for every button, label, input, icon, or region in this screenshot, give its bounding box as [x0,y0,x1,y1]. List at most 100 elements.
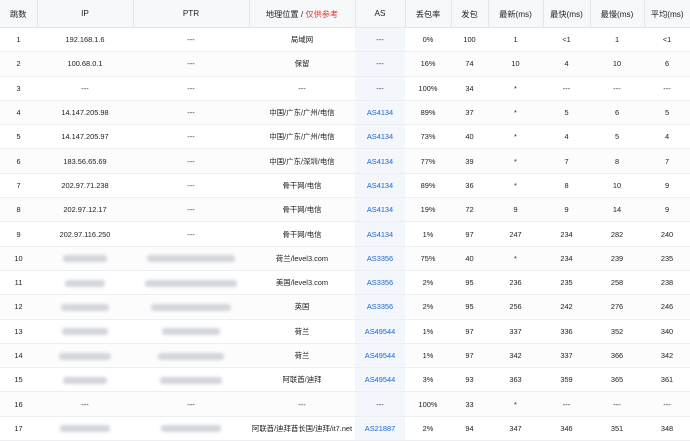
table-row: 13 荷兰 AS49544 1% 97 337 336 352 340 [0,319,690,344]
as-link[interactable]: AS3356 [367,302,393,311]
hop-cell: 11 [0,270,37,296]
best-cell: --- [543,391,590,417]
loss-cell: 19% [405,197,451,223]
sent-cell: 100 [451,27,488,53]
avg-cell: 361 [644,367,690,393]
sent-cell: 97 [451,343,488,369]
latest-cell: 342 [488,343,543,369]
best-cell: 235 [543,270,590,296]
as-link[interactable]: AS3356 [367,254,393,263]
avg-cell: 340 [644,319,690,344]
as-link[interactable]: AS4134 [367,205,393,214]
worst-cell: 365 [590,367,644,393]
as-link[interactable]: AS4134 [367,132,393,141]
as-link[interactable]: AS21887 [365,424,395,433]
table-row: 12 英国 AS3356 2% 95 256 242 276 246 [0,294,690,320]
hop-cell: 9 [0,221,37,247]
ptr-cell [133,270,249,296]
avg-cell: 4 [644,124,690,150]
as-link[interactable]: AS4134 [367,108,393,117]
worst-cell: 351 [590,416,644,441]
as-cell: AS4134 [355,197,405,223]
loss-cell: 1% [405,319,451,344]
redacted-ip [65,279,105,287]
worst-cell: 366 [590,343,644,369]
as-link[interactable]: AS49544 [365,327,395,336]
avg-cell: 5 [644,100,690,126]
geo-cell: --- [249,76,355,101]
avg-cell: --- [644,76,690,101]
table-row: 10 荷兰/level3.com AS3356 75% 40 * 234 239 235 [0,246,690,271]
col-hop: 跳数 [0,0,38,28]
as-cell: AS4134 [355,173,405,199]
redacted-ip [59,352,111,360]
ip-cell: 14.147.205.98 [37,100,133,126]
hop-cell: 5 [0,124,37,150]
latest-cell: * [488,173,543,199]
ip-cell [37,270,133,296]
sent-cell: 74 [451,51,488,77]
latest-cell: 10 [488,51,543,77]
loss-cell: 75% [405,246,451,271]
loss-cell: 3% [405,367,451,393]
sent-cell: 95 [451,294,488,320]
ip-cell: 202.97.116.250 [37,221,133,247]
best-cell: 4 [543,51,590,77]
worst-cell: 1 [590,27,644,53]
redacted-ptr [151,303,231,311]
as-link[interactable]: AS4134 [367,230,393,239]
avg-cell: 240 [644,221,690,247]
latest-cell: 247 [488,221,543,247]
as-cell: --- [355,27,405,53]
redacted-ptr [161,425,221,433]
redacted-ptr [145,279,237,287]
ip-cell: 202.97.71.238 [37,173,133,199]
geo-cell: 美国/level3.com [249,270,355,296]
loss-cell: 100% [405,76,451,101]
sent-cell: 95 [451,270,488,296]
sent-cell: 94 [451,416,488,441]
ptr-cell [133,319,249,344]
as-cell: AS21887 [355,416,405,441]
hop-cell: 15 [0,367,37,393]
as-link[interactable]: AS3356 [367,278,393,287]
geo-cell: 中国/广东/广州/电信 [249,100,355,126]
table-row: 15 阿联酋/迪拜 AS49544 3% 93 363 359 365 361 [0,367,690,393]
geo-cell: 骨干网/电信 [249,221,355,247]
col-as: AS [355,0,406,28]
latest-cell: 236 [488,270,543,296]
sent-cell: 36 [451,173,488,199]
loss-cell: 16% [405,51,451,77]
loss-cell: 2% [405,294,451,320]
as-link[interactable]: AS4134 [367,157,393,166]
ptr-cell: --- [133,391,249,417]
ip-cell: 100.68.0.1 [37,51,133,77]
table-row: 2 100.68.0.1 --- 保留 --- 16% 74 10 4 10 6 [0,51,690,77]
latest-cell: * [488,124,543,150]
ip-cell [37,294,133,320]
table-row: 5 14.147.205.97 --- 中国/广东/广州/电信 AS4134 73% 40 *… [0,124,690,150]
avg-cell: 238 [644,270,690,296]
sent-cell: 93 [451,367,488,393]
as-cell: --- [355,76,405,101]
geo-cell: --- [249,391,355,417]
geo-cell: 阿联酋/迪拜酋长国/迪拜/it7.net [249,416,355,441]
as-link[interactable]: AS4134 [367,181,393,190]
geo-cell: 荷兰 [249,319,355,344]
as-link[interactable]: AS49544 [365,375,395,384]
as-cell: AS4134 [355,221,405,247]
sent-cell: 97 [451,221,488,247]
table-row: 16 --- --- --- --- 100% 33 * --- --- --- [0,391,690,417]
table-row: 6 183.56.65.69 --- 中国/广东/深圳/电信 AS4134 77% 39 * 7… [0,148,690,174]
sent-cell: 72 [451,197,488,223]
worst-cell: 10 [590,51,644,77]
as-link[interactable]: AS49544 [365,351,395,360]
worst-cell: 5 [590,124,644,150]
table-row: 4 14.147.205.98 --- 中国/广东/广州/电信 AS4134 89% 37 *… [0,100,690,126]
worst-cell: 8 [590,148,644,174]
geo-cell: 中国/广东/广州/电信 [249,124,355,150]
redacted-ip [61,303,109,311]
ptr-cell: --- [133,173,249,199]
col-best: 最快(ms) [543,0,591,28]
as-cell: --- [355,51,405,77]
